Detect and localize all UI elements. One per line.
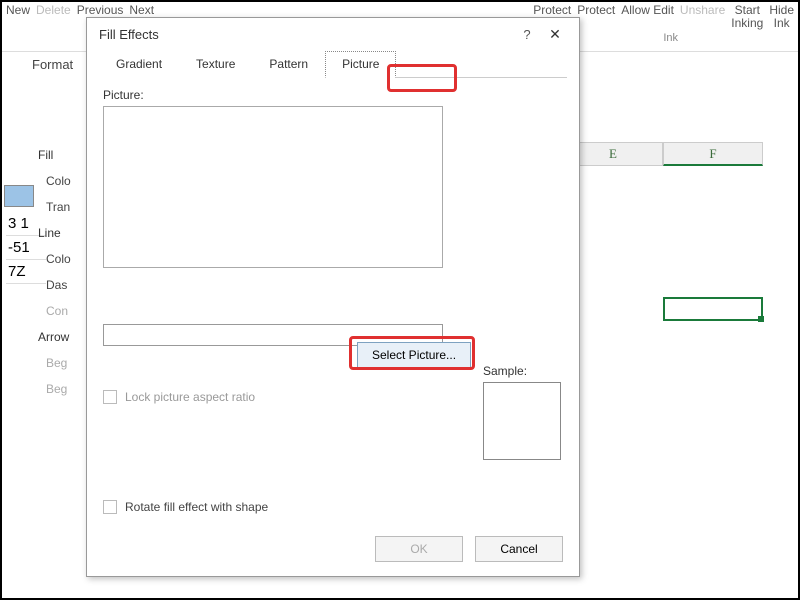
sample-area: Sample:	[483, 362, 561, 460]
rotate-fill-checkbox[interactable]: Rotate fill effect with shape	[103, 500, 563, 514]
tab-pattern[interactable]: Pattern	[252, 51, 325, 78]
ribbon-hide-ink[interactable]: HideInk	[769, 4, 794, 30]
row-selector[interactable]	[4, 185, 34, 207]
dialog-titlebar: Fill Effects ? ✕	[87, 18, 579, 50]
fill-effects-dialog: Fill Effects ? ✕ Gradient Texture Patter…	[86, 17, 580, 577]
format-sidebar: Fill Colo Tran Line Colo Das Con Arrow B…	[32, 142, 92, 402]
rotate-fill-label: Rotate fill effect with shape	[125, 500, 268, 514]
cancel-button[interactable]: Cancel	[475, 536, 563, 562]
checkbox-icon	[103, 500, 117, 514]
selected-cell[interactable]	[663, 297, 763, 321]
ribbon-protect2[interactable]: Protect	[577, 4, 615, 17]
ribbon-previous[interactable]: Previous	[77, 4, 124, 17]
ribbon-delete: Delete	[36, 4, 71, 17]
sidebar-fill-color[interactable]: Colo	[32, 168, 92, 194]
tab-gradient[interactable]: Gradient	[99, 51, 179, 78]
tab-picture[interactable]: Picture	[325, 51, 396, 78]
sidebar-line-compound: Con	[32, 298, 92, 324]
dialog-close-button[interactable]: ✕	[539, 26, 571, 43]
dialog-buttons: OK Cancel	[87, 528, 579, 576]
ribbon-group-ink: Ink	[663, 32, 678, 44]
ribbon-new[interactable]: New	[6, 4, 30, 17]
sidebar-arrow-begin1: Beg	[32, 350, 92, 376]
picture-label: Picture:	[103, 88, 563, 102]
checkbox-icon	[103, 390, 117, 404]
picture-preview	[103, 106, 443, 268]
sidebar-arrow-begin2: Beg	[32, 376, 92, 402]
dialog-tabs: Gradient Texture Pattern Picture	[99, 50, 567, 78]
sidebar-section-fill[interactable]: Fill	[32, 142, 92, 168]
column-headers: E F	[563, 142, 763, 166]
ribbon-unshare: Unshare	[680, 4, 725, 17]
sidebar-line-color[interactable]: Colo	[32, 246, 92, 272]
ribbon-start-inking[interactable]: StartInking	[731, 4, 763, 30]
dialog-title: Fill Effects	[99, 27, 159, 42]
ribbon-allow-edit[interactable]: Allow Edit	[621, 4, 674, 17]
dialog-body: Picture: Select Picture... Lock picture …	[87, 78, 579, 528]
sidebar-section-line[interactable]: Line	[32, 220, 92, 246]
sidebar-line-dash[interactable]: Das	[32, 272, 92, 298]
sample-label: Sample:	[483, 364, 561, 378]
sidebar-fill-transparency[interactable]: Tran	[32, 194, 92, 220]
ok-button[interactable]: OK	[375, 536, 463, 562]
format-panel-title: Format	[32, 57, 73, 72]
column-header-f[interactable]: F	[663, 142, 763, 166]
sidebar-section-arrow[interactable]: Arrow	[32, 324, 92, 350]
ribbon-protect1[interactable]: Protect	[533, 4, 571, 17]
dialog-help-button[interactable]: ?	[515, 27, 539, 42]
ribbon-next[interactable]: Next	[129, 4, 154, 17]
select-picture-button[interactable]: Select Picture...	[357, 342, 471, 368]
lock-aspect-label: Lock picture aspect ratio	[125, 390, 255, 404]
sample-preview	[483, 382, 561, 460]
tab-texture[interactable]: Texture	[179, 51, 252, 78]
